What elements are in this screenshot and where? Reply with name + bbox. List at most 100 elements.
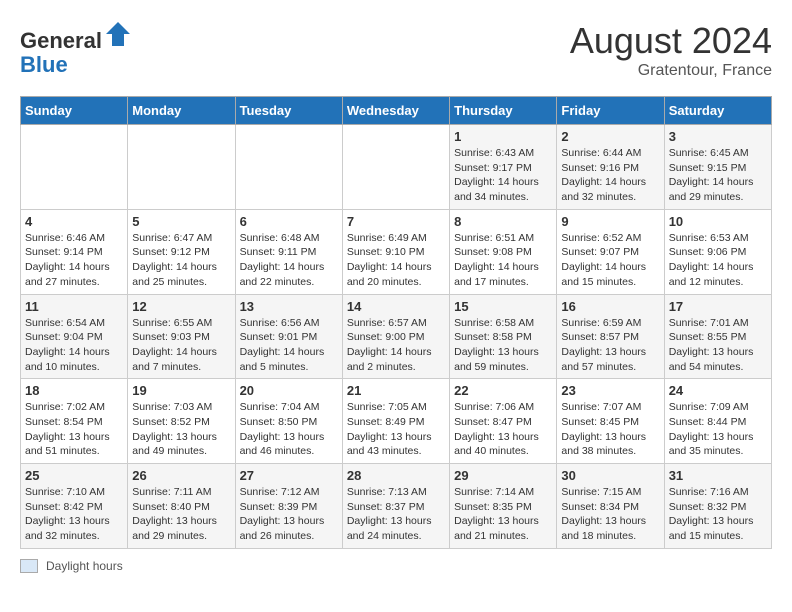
day-info: Sunrise: 6:59 AM Sunset: 8:57 PM Dayligh… [561, 316, 659, 375]
day-number: 23 [561, 383, 659, 398]
day-number: 20 [240, 383, 338, 398]
legend-label: Daylight hours [46, 559, 123, 573]
calendar-cell: 6Sunrise: 6:48 AM Sunset: 9:11 PM Daylig… [235, 209, 342, 294]
day-number: 19 [132, 383, 230, 398]
calendar-cell: 7 Sunrise: 6:49 AM Sunset: 9:10 PM Daylig… [342, 209, 449, 294]
day-info: Sunrise: 6:46 AM Sunset: 9:14 PM Dayligh… [25, 231, 123, 290]
day-number: 17 [669, 299, 767, 314]
day-number: 9 [561, 214, 659, 229]
calendar-week-1: 1Sunrise: 6:43 AM Sunset: 9:17 PM Daylig… [21, 125, 772, 210]
day-info: Sunrise: 6:58 AM Sunset: 8:58 PM Dayligh… [454, 316, 552, 375]
day-info: Sunrise: 7:07 AM Sunset: 8:45 PM Dayligh… [561, 400, 659, 459]
day-info: Sunrise: 6:45 AM Sunset: 9:15 PM Dayligh… [669, 146, 767, 205]
day-info: Sunrise: 7:14 AM Sunset: 8:35 PM Dayligh… [454, 485, 552, 544]
day-number: 26 [132, 468, 230, 483]
calendar-cell: 1Sunrise: 6:43 AM Sunset: 9:17 PM Daylig… [450, 125, 557, 210]
main-title: August 2024 [570, 20, 772, 62]
calendar-cell: 12 Sunrise: 6:55 AM Sunset: 9:03 PM Dayli… [128, 294, 235, 379]
day-number: 12 [132, 299, 230, 314]
calendar-cell: 8Sunrise: 6:51 AM Sunset: 9:08 PM Daylig… [450, 209, 557, 294]
day-number: 2 [561, 129, 659, 144]
calendar-cell [128, 125, 235, 210]
calendar-cell: 26Sunrise: 7:11 AM Sunset: 8:40 PM Dayli… [128, 464, 235, 549]
calendar-cell: 22 Sunrise: 7:06 AM Sunset: 8:47 PM Dayli… [450, 379, 557, 464]
calendar-cell: 10 Sunrise: 6:53 AM Sunset: 9:06 PM Dayli… [664, 209, 771, 294]
day-info: Sunrise: 7:03 AM Sunset: 8:52 PM Dayligh… [132, 400, 230, 459]
day-number: 21 [347, 383, 445, 398]
day-number: 27 [240, 468, 338, 483]
day-info: Sunrise: 6:49 AM Sunset: 9:10 PM Dayligh… [347, 231, 445, 290]
day-number: 24 [669, 383, 767, 398]
header-row: SundayMondayTuesdayWednesdayThursdayFrid… [21, 97, 772, 125]
logo-blue: Blue [20, 52, 68, 77]
calendar-week-4: 18 Sunrise: 7:02 AM Sunset: 8:54 PM Dayli… [21, 379, 772, 464]
calendar-cell [342, 125, 449, 210]
subtitle: Gratentour, France [570, 62, 772, 80]
day-info: Sunrise: 7:05 AM Sunset: 8:49 PM Dayligh… [347, 400, 445, 459]
header-day-thursday: Thursday [450, 97, 557, 125]
day-info: Sunrise: 6:53 AM Sunset: 9:06 PM Dayligh… [669, 231, 767, 290]
day-number: 11 [25, 299, 123, 314]
calendar-cell [21, 125, 128, 210]
calendar-cell: 15 Sunrise: 6:58 AM Sunset: 8:58 PM Dayli… [450, 294, 557, 379]
day-number: 3 [669, 129, 767, 144]
day-number: 6 [240, 214, 338, 229]
calendar-cell: 23 Sunrise: 7:07 AM Sunset: 8:45 PM Dayli… [557, 379, 664, 464]
calendar-cell: 11Sunrise: 6:54 AM Sunset: 9:04 PM Dayli… [21, 294, 128, 379]
calendar-table: SundayMondayTuesdayWednesdayThursdayFrid… [20, 96, 772, 549]
calendar-cell: 19 Sunrise: 7:03 AM Sunset: 8:52 PM Dayli… [128, 379, 235, 464]
day-number: 29 [454, 468, 552, 483]
logo: General Blue [20, 20, 132, 77]
day-info: Sunrise: 6:52 AM Sunset: 9:07 PM Dayligh… [561, 231, 659, 290]
logo-icon [104, 20, 132, 48]
day-number: 5 [132, 214, 230, 229]
calendar-cell: 2 Sunrise: 6:44 AM Sunset: 9:16 PM Daylig… [557, 125, 664, 210]
day-number: 4 [25, 214, 123, 229]
day-number: 10 [669, 214, 767, 229]
calendar-cell: 17Sunrise: 7:01 AM Sunset: 8:55 PM Dayli… [664, 294, 771, 379]
day-number: 15 [454, 299, 552, 314]
calendar-cell: 28Sunrise: 7:13 AM Sunset: 8:37 PM Dayli… [342, 464, 449, 549]
calendar-cell: 27 Sunrise: 7:12 AM Sunset: 8:39 PM Dayli… [235, 464, 342, 549]
day-info: Sunrise: 6:47 AM Sunset: 9:12 PM Dayligh… [132, 231, 230, 290]
header-day-monday: Monday [128, 97, 235, 125]
calendar-cell: 18 Sunrise: 7:02 AM Sunset: 8:54 PM Dayli… [21, 379, 128, 464]
day-number: 18 [25, 383, 123, 398]
calendar-cell: 14 Sunrise: 6:57 AM Sunset: 9:00 PM Dayli… [342, 294, 449, 379]
logo-general: General [20, 28, 102, 53]
calendar-cell: 31Sunrise: 7:16 AM Sunset: 8:32 PM Dayli… [664, 464, 771, 549]
header-day-sunday: Sunday [21, 97, 128, 125]
day-info: Sunrise: 6:44 AM Sunset: 9:16 PM Dayligh… [561, 146, 659, 205]
day-number: 7 [347, 214, 445, 229]
calendar-cell [235, 125, 342, 210]
calendar-cell: 13Sunrise: 6:56 AM Sunset: 9:01 PM Dayli… [235, 294, 342, 379]
page-header: General Blue August 2024 Gratentour, Fra… [20, 20, 772, 80]
day-number: 22 [454, 383, 552, 398]
day-info: Sunrise: 6:51 AM Sunset: 9:08 PM Dayligh… [454, 231, 552, 290]
day-number: 14 [347, 299, 445, 314]
calendar-cell: 3 Sunrise: 6:45 AM Sunset: 9:15 PM Daylig… [664, 125, 771, 210]
calendar-cell: 5 Sunrise: 6:47 AM Sunset: 9:12 PM Daylig… [128, 209, 235, 294]
day-info: Sunrise: 7:09 AM Sunset: 8:44 PM Dayligh… [669, 400, 767, 459]
day-info: Sunrise: 7:10 AM Sunset: 8:42 PM Dayligh… [25, 485, 123, 544]
header-day-tuesday: Tuesday [235, 97, 342, 125]
calendar-cell: 25Sunrise: 7:10 AM Sunset: 8:42 PM Dayli… [21, 464, 128, 549]
day-info: Sunrise: 7:12 AM Sunset: 8:39 PM Dayligh… [240, 485, 338, 544]
calendar-cell: 4 Sunrise: 6:46 AM Sunset: 9:14 PM Daylig… [21, 209, 128, 294]
day-info: Sunrise: 6:57 AM Sunset: 9:00 PM Dayligh… [347, 316, 445, 375]
day-info: Sunrise: 7:06 AM Sunset: 8:47 PM Dayligh… [454, 400, 552, 459]
calendar-body: 1Sunrise: 6:43 AM Sunset: 9:17 PM Daylig… [21, 125, 772, 549]
day-number: 16 [561, 299, 659, 314]
day-info: Sunrise: 7:16 AM Sunset: 8:32 PM Dayligh… [669, 485, 767, 544]
header-day-wednesday: Wednesday [342, 97, 449, 125]
day-info: Sunrise: 7:02 AM Sunset: 8:54 PM Dayligh… [25, 400, 123, 459]
calendar-cell: 30Sunrise: 7:15 AM Sunset: 8:34 PM Dayli… [557, 464, 664, 549]
day-info: Sunrise: 7:15 AM Sunset: 8:34 PM Dayligh… [561, 485, 659, 544]
day-info: Sunrise: 6:55 AM Sunset: 9:03 PM Dayligh… [132, 316, 230, 375]
calendar-cell: 9 Sunrise: 6:52 AM Sunset: 9:07 PM Daylig… [557, 209, 664, 294]
footer: Daylight hours [20, 559, 772, 573]
title-block: August 2024 Gratentour, France [570, 20, 772, 80]
day-number: 13 [240, 299, 338, 314]
header-day-saturday: Saturday [664, 97, 771, 125]
calendar-week-2: 4 Sunrise: 6:46 AM Sunset: 9:14 PM Daylig… [21, 209, 772, 294]
